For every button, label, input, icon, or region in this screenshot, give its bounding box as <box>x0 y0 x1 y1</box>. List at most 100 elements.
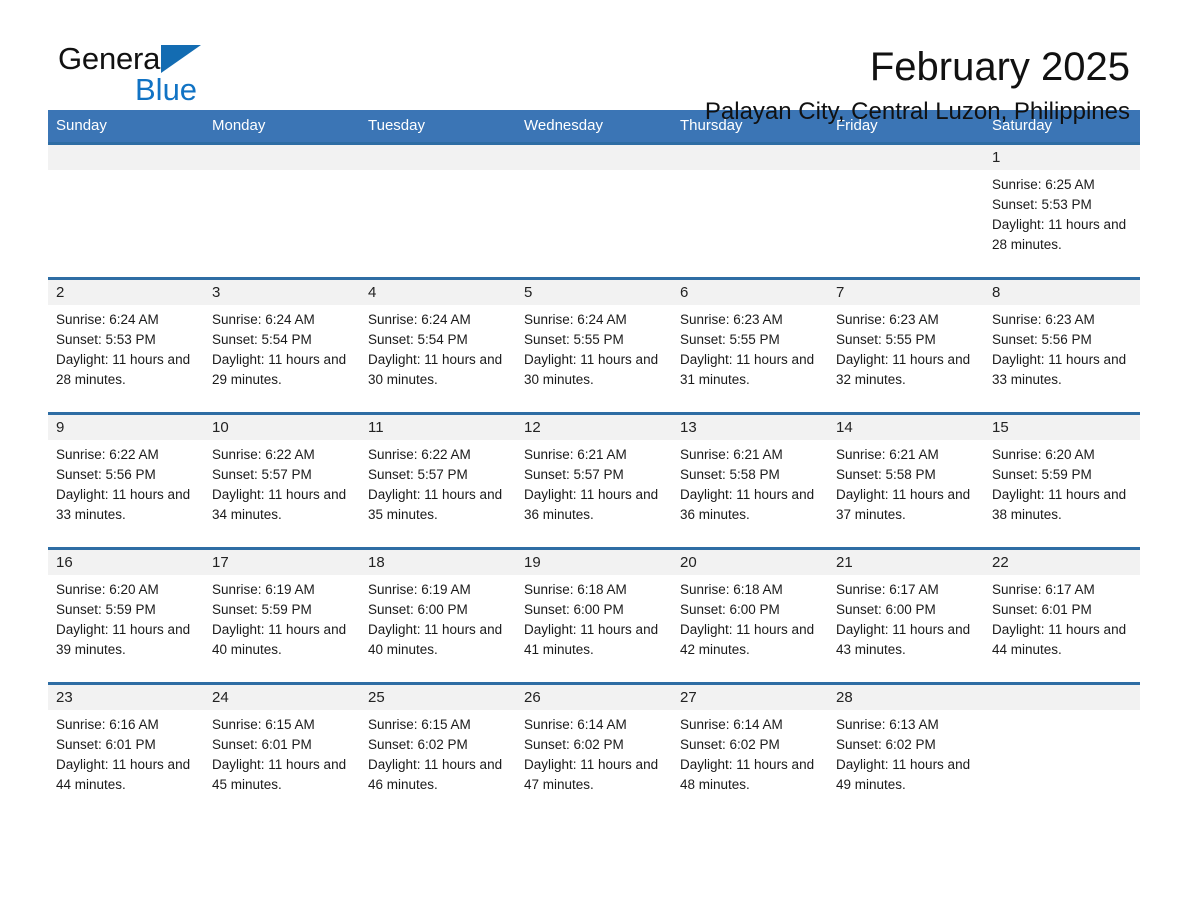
sunset-text: Sunset: 5:59 PM <box>56 602 156 617</box>
calendar-day-cell[interactable]: 21 Sunrise: 6:17 AM Sunset: 6:00 PM Dayligh… <box>828 547 984 684</box>
sunset-text: Sunset: 5:59 PM <box>992 467 1092 482</box>
daylight-text: Daylight: 11 hours and 49 minutes. <box>836 757 971 792</box>
sunrise-text: Sunrise: 6:14 AM <box>680 717 783 732</box>
sunset-text: Sunset: 5:53 PM <box>992 197 1092 212</box>
day-cell-inner: 15 Sunrise: 6:20 AM Sunset: 5:59 PM Dayligh… <box>984 415 1140 547</box>
sunset-text: Sunset: 6:00 PM <box>368 602 468 617</box>
calendar-empty-cell <box>828 142 984 279</box>
calendar-day-cell[interactable]: 7 Sunrise: 6:23 AM Sunset: 5:55 PM Daylight… <box>828 277 984 414</box>
day-details: Sunrise: 6:13 AM Sunset: 6:02 PM Daylight:… <box>828 710 984 795</box>
daylight-text: Daylight: 11 hours and 40 minutes. <box>212 622 347 657</box>
day-number: 16 <box>48 550 204 575</box>
day-cell-inner <box>360 145 516 277</box>
calendar-day-cell[interactable]: 28 Sunrise: 6:13 AM Sunset: 6:02 PM Dayligh… <box>828 682 984 815</box>
calendar-day-cell[interactable]: 25 Sunrise: 6:15 AM Sunset: 6:02 PM Dayligh… <box>360 682 516 815</box>
daylight-text: Daylight: 11 hours and 30 minutes. <box>524 352 659 387</box>
day-details: Sunrise: 6:18 AM Sunset: 6:00 PM Daylight:… <box>516 575 672 660</box>
day-cell-inner: 18 Sunrise: 6:19 AM Sunset: 6:00 PM Dayligh… <box>360 550 516 682</box>
daylight-text: Daylight: 11 hours and 44 minutes. <box>992 622 1127 657</box>
daylight-text: Daylight: 11 hours and 38 minutes. <box>992 487 1127 522</box>
sunset-text: Sunset: 5:57 PM <box>524 467 624 482</box>
sunset-text: Sunset: 5:57 PM <box>212 467 312 482</box>
day-number: 17 <box>204 550 360 575</box>
calendar-day-cell[interactable]: 23 Sunrise: 6:16 AM Sunset: 6:01 PM Dayligh… <box>48 682 204 815</box>
day-cell-inner <box>516 145 672 277</box>
daylight-text: Daylight: 11 hours and 36 minutes. <box>680 487 815 522</box>
calendar-day-cell[interactable]: 19 Sunrise: 6:18 AM Sunset: 6:00 PM Dayligh… <box>516 547 672 684</box>
day-details: Sunrise: 6:21 AM Sunset: 5:58 PM Daylight:… <box>672 440 828 525</box>
sunset-text: Sunset: 5:55 PM <box>836 332 936 347</box>
day-details: Sunrise: 6:14 AM Sunset: 6:02 PM Daylight:… <box>672 710 828 795</box>
calendar-empty-cell <box>672 142 828 279</box>
daylight-text: Daylight: 11 hours and 30 minutes. <box>368 352 503 387</box>
generalblue-logo[interactable]: General Blue <box>58 42 318 112</box>
day-number: 18 <box>360 550 516 575</box>
sunset-text: Sunset: 5:59 PM <box>212 602 312 617</box>
day-number: 21 <box>828 550 984 575</box>
calendar-day-cell[interactable]: 16 Sunrise: 6:20 AM Sunset: 5:59 PM Dayligh… <box>48 547 204 684</box>
calendar-day-cell[interactable]: 2 Sunrise: 6:24 AM Sunset: 5:53 PM Daylight… <box>48 277 204 414</box>
day-number <box>360 145 516 170</box>
sunrise-text: Sunrise: 6:19 AM <box>368 582 471 597</box>
day-cell-inner: 16 Sunrise: 6:20 AM Sunset: 5:59 PM Dayligh… <box>48 550 204 682</box>
calendar-week-row: 9 Sunrise: 6:22 AM Sunset: 5:56 PM Daylight… <box>48 412 1140 549</box>
sunrise-text: Sunrise: 6:24 AM <box>524 312 627 327</box>
calendar-day-cell[interactable]: 1 Sunrise: 6:25 AM Sunset: 5:53 PM Daylight… <box>984 142 1140 279</box>
calendar-day-cell[interactable]: 17 Sunrise: 6:19 AM Sunset: 5:59 PM Dayligh… <box>204 547 360 684</box>
calendar-day-cell[interactable]: 20 Sunrise: 6:18 AM Sunset: 6:00 PM Dayligh… <box>672 547 828 684</box>
daylight-text: Daylight: 11 hours and 28 minutes. <box>992 217 1127 252</box>
daylight-text: Daylight: 11 hours and 33 minutes. <box>992 352 1127 387</box>
calendar-day-cell[interactable]: 12 Sunrise: 6:21 AM Sunset: 5:57 PM Dayligh… <box>516 412 672 549</box>
calendar-day-cell[interactable]: 27 Sunrise: 6:14 AM Sunset: 6:02 PM Dayligh… <box>672 682 828 815</box>
calendar-page: General Blue February 2025 Palayan City,… <box>0 0 1188 918</box>
calendar-empty-cell <box>48 142 204 279</box>
day-details: Sunrise: 6:22 AM Sunset: 5:56 PM Daylight:… <box>48 440 204 525</box>
day-number: 6 <box>672 280 828 305</box>
title-block: February 2025 Palayan City, Central Luzo… <box>705 44 1130 126</box>
calendar-day-cell[interactable]: 11 Sunrise: 6:22 AM Sunset: 5:57 PM Dayligh… <box>360 412 516 549</box>
page-title: February 2025 <box>869 45 1130 89</box>
calendar-day-cell[interactable]: 24 Sunrise: 6:15 AM Sunset: 6:01 PM Dayligh… <box>204 682 360 815</box>
sunset-text: Sunset: 6:00 PM <box>524 602 624 617</box>
column-header-sunday: Sunday <box>48 110 204 144</box>
day-cell-inner: 7 Sunrise: 6:23 AM Sunset: 5:55 PM Daylight… <box>828 280 984 412</box>
sunset-text: Sunset: 5:53 PM <box>56 332 156 347</box>
day-number: 11 <box>360 415 516 440</box>
sunrise-text: Sunrise: 6:18 AM <box>680 582 783 597</box>
day-cell-inner: 27 Sunrise: 6:14 AM Sunset: 6:02 PM Dayligh… <box>672 685 828 815</box>
calendar-day-cell[interactable]: 5 Sunrise: 6:24 AM Sunset: 5:55 PM Daylight… <box>516 277 672 414</box>
calendar-day-cell[interactable]: 18 Sunrise: 6:19 AM Sunset: 6:00 PM Dayligh… <box>360 547 516 684</box>
calendar-day-cell[interactable]: 26 Sunrise: 6:14 AM Sunset: 6:02 PM Dayligh… <box>516 682 672 815</box>
sunrise-text: Sunrise: 6:20 AM <box>56 582 159 597</box>
day-number: 20 <box>672 550 828 575</box>
calendar-day-cell[interactable]: 14 Sunrise: 6:21 AM Sunset: 5:58 PM Dayligh… <box>828 412 984 549</box>
page-masthead: General Blue February 2025 Palayan City,… <box>48 0 1140 126</box>
day-number <box>48 145 204 170</box>
calendar-day-cell[interactable]: 15 Sunrise: 6:20 AM Sunset: 5:59 PM Dayligh… <box>984 412 1140 549</box>
calendar-day-cell[interactable]: 22 Sunrise: 6:17 AM Sunset: 6:01 PM Dayligh… <box>984 547 1140 684</box>
calendar-day-cell[interactable]: 9 Sunrise: 6:22 AM Sunset: 5:56 PM Daylight… <box>48 412 204 549</box>
calendar-day-cell[interactable]: 13 Sunrise: 6:21 AM Sunset: 5:58 PM Dayligh… <box>672 412 828 549</box>
day-cell-inner: 20 Sunrise: 6:18 AM Sunset: 6:00 PM Dayligh… <box>672 550 828 682</box>
sunrise-text: Sunrise: 6:22 AM <box>368 447 471 462</box>
calendar-week-row: 23 Sunrise: 6:16 AM Sunset: 6:01 PM Dayligh… <box>48 682 1140 815</box>
calendar-day-cell[interactable]: 6 Sunrise: 6:23 AM Sunset: 5:55 PM Daylight… <box>672 277 828 414</box>
sunset-text: Sunset: 6:02 PM <box>836 737 936 752</box>
day-cell-inner: 10 Sunrise: 6:22 AM Sunset: 5:57 PM Dayligh… <box>204 415 360 547</box>
sunrise-text: Sunrise: 6:17 AM <box>836 582 939 597</box>
daylight-text: Daylight: 11 hours and 29 minutes. <box>212 352 347 387</box>
calendar-day-cell[interactable]: 3 Sunrise: 6:24 AM Sunset: 5:54 PM Daylight… <box>204 277 360 414</box>
logo-text-blue: Blue <box>135 72 198 107</box>
sunset-text: Sunset: 6:00 PM <box>680 602 780 617</box>
day-number: 14 <box>828 415 984 440</box>
sunrise-text: Sunrise: 6:22 AM <box>56 447 159 462</box>
calendar-day-cell[interactable]: 8 Sunrise: 6:23 AM Sunset: 5:56 PM Daylight… <box>984 277 1140 414</box>
day-details: Sunrise: 6:22 AM Sunset: 5:57 PM Daylight:… <box>204 440 360 525</box>
day-number: 23 <box>48 685 204 710</box>
sunrise-text: Sunrise: 6:22 AM <box>212 447 315 462</box>
calendar-day-cell[interactable]: 10 Sunrise: 6:22 AM Sunset: 5:57 PM Dayligh… <box>204 412 360 549</box>
day-cell-inner: 9 Sunrise: 6:22 AM Sunset: 5:56 PM Daylight… <box>48 415 204 547</box>
day-number <box>672 145 828 170</box>
calendar-day-cell[interactable]: 4 Sunrise: 6:24 AM Sunset: 5:54 PM Daylight… <box>360 277 516 414</box>
daylight-text: Daylight: 11 hours and 39 minutes. <box>56 622 191 657</box>
